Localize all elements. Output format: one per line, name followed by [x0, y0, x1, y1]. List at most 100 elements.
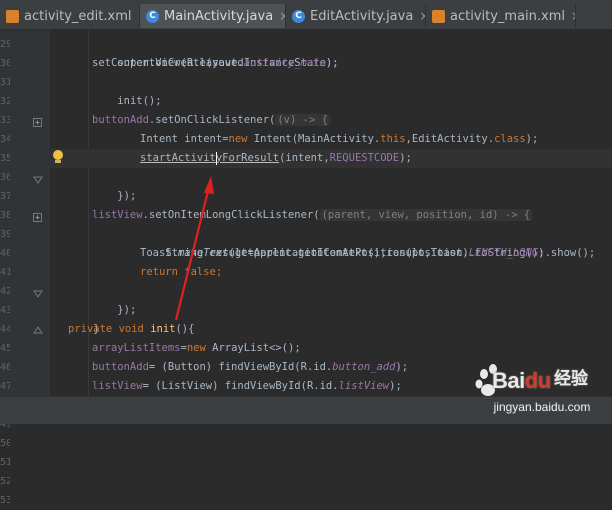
code-field: button_add — [332, 361, 396, 373]
code-text: ,EditActivity. — [405, 133, 495, 145]
close-icon[interactable]: × — [279, 9, 285, 23]
line-number: 46 — [0, 362, 10, 373]
indent-guide — [88, 30, 89, 396]
code-method-name: init — [150, 323, 176, 335]
line-number: 35 — [0, 153, 10, 164]
tab-label: EditActivity.java — [310, 8, 414, 24]
line-number: 41 — [0, 267, 10, 278]
baidu-watermark: Baidu 经验 jingyan.baidu.com — [474, 360, 610, 422]
line-number: 53 — [0, 495, 10, 506]
fold-end-icon[interactable] — [33, 175, 43, 185]
fold-start-icon[interactable] — [33, 325, 43, 335]
line-number: 29 — [0, 39, 10, 50]
code-line-39[interactable]: String result=parent.getItemAtPosition(p… — [140, 225, 544, 259]
tab-activity-main-xml[interactable]: activity_main.xml × — [426, 4, 576, 28]
code-text: ).show(); — [538, 247, 596, 259]
line-number: 39 — [0, 229, 10, 240]
code-text: ); — [325, 57, 339, 69]
bulb-glass — [53, 150, 63, 160]
line-number: 34 — [0, 134, 10, 145]
code-keyword: new — [186, 342, 206, 354]
code-field: buttonAdd — [92, 114, 149, 126]
tab-activity-edit-xml[interactable]: activity_edit.xml × — [0, 4, 140, 28]
java-class-icon: C — [292, 9, 305, 23]
code-text: setContentView(R.layout. — [92, 57, 244, 69]
code-text: ArrayList<>(); — [205, 342, 301, 354]
line-number-gutter: 2930313233343536373839404142434445464748… — [0, 30, 50, 506]
code-text: Intent(MainActivity. — [247, 133, 381, 145]
code-line-34[interactable]: Intent intent=new Intent(MainActivity.th… — [140, 130, 538, 149]
code-line-30[interactable]: setContentView(R.layout.activity_main); — [92, 54, 339, 73]
fold-end-icon[interactable] — [33, 289, 43, 299]
code-line-31[interactable]: init(); — [92, 73, 161, 107]
code-field: listView — [92, 209, 143, 221]
code-line-42[interactable]: }); — [92, 282, 136, 316]
code-field: activity_main — [243, 57, 326, 69]
code-text: = (Button) findViewById(R.id. — [148, 361, 333, 373]
code-text: (getApplicationContext(),result,Toast. — [228, 247, 469, 259]
brand-part: du — [524, 368, 551, 393]
line-number: 45 — [0, 343, 10, 354]
code-text: (){ — [175, 323, 195, 335]
close-icon[interactable]: × — [571, 9, 575, 23]
line-number: 33 — [0, 115, 10, 126]
code-text: .setOnClickListener( — [148, 114, 276, 126]
code-constant: LENGTH_LONG — [468, 247, 539, 259]
code-text: }); — [117, 304, 137, 316]
code-method-call: startActivit — [140, 152, 216, 164]
code-line-43[interactable]: } — [68, 301, 99, 335]
code-text: ; — [215, 266, 223, 278]
code-line-38[interactable]: listView.setOnItemLongClickListener((par… — [92, 206, 533, 225]
line-number: 38 — [0, 210, 10, 221]
line-number: 40 — [0, 248, 10, 259]
line-number: 47 — [0, 381, 10, 392]
xml-file-icon — [6, 9, 19, 23]
code-line-36[interactable]: }); — [92, 168, 136, 202]
tab-main-activity-java[interactable]: C MainActivity.java × — [140, 4, 286, 28]
code-editor[interactable]: super.onCreate(savedInstanceState); setC… — [50, 30, 612, 396]
code-line-45[interactable]: arrayListItems=new ArrayList<>(); — [92, 339, 301, 358]
close-icon[interactable]: × — [419, 9, 425, 23]
tab-label: activity_edit.xml — [24, 8, 132, 24]
code-constant: REQUESTCODE — [329, 152, 400, 164]
code-line-33[interactable]: buttonAdd.setOnClickListener((v) -> { — [92, 111, 330, 130]
code-method-call: yForResult — [215, 152, 280, 164]
code-text: = (ListView) findViewById(R.id. — [142, 380, 339, 392]
code-text: ); — [525, 133, 539, 145]
code-field: buttonAdd — [92, 361, 149, 373]
editor-tab-bar: activity_edit.xml × C MainActivity.java … — [0, 0, 612, 30]
brand-part: Bai — [492, 368, 525, 393]
code-line-29[interactable]: super.onCreate(savedInstanceState); — [92, 35, 338, 69]
code-keyword: private void — [68, 323, 144, 335]
lightbulb-icon[interactable] — [52, 150, 64, 164]
fold-toggle-icon[interactable]: + — [33, 213, 42, 222]
code-line-46[interactable]: buttonAdd= (Button) findViewById(R.id.bu… — [92, 358, 408, 377]
tab-label: MainActivity.java — [164, 8, 274, 24]
code-text: (intent, — [279, 152, 330, 164]
code-text: Intent intent= — [140, 133, 229, 145]
code-field: listView — [338, 380, 390, 392]
fold-toggle-icon[interactable]: + — [33, 118, 42, 127]
line-number: 31 — [0, 77, 10, 88]
xml-file-icon — [432, 9, 445, 23]
code-keyword: return — [140, 266, 178, 278]
code-text: Toast. — [140, 247, 178, 259]
line-number: 52 — [0, 476, 10, 487]
code-text: .setOnItemLongClickListener( — [142, 209, 320, 221]
code-line-44[interactable]: private void init(){ — [68, 320, 194, 339]
code-keyword: this — [380, 133, 406, 145]
code-line-41[interactable]: return false; — [140, 263, 222, 282]
code-field: listView — [92, 380, 143, 392]
watermark-url: jingyan.baidu.com — [493, 400, 591, 414]
line-number: 51 — [0, 457, 10, 468]
code-keyword: false — [184, 266, 216, 278]
code-line-47[interactable]: listView= (ListView) findViewById(R.id.l… — [92, 377, 402, 396]
code-static-method: makeText — [177, 247, 229, 259]
code-line-35[interactable]: startActivityForResult(intent,REQUESTCOD… — [140, 149, 412, 168]
tab-edit-activity-java[interactable]: C EditActivity.java × — [286, 4, 426, 28]
tab-label: activity_main.xml — [450, 8, 566, 24]
code-line-40[interactable]: Toast.makeText(getApplicationContext(),r… — [140, 244, 595, 263]
code-text: ); — [395, 361, 409, 373]
lambda-hint: (v) -> { — [275, 114, 330, 126]
code-text: ); — [399, 152, 412, 164]
